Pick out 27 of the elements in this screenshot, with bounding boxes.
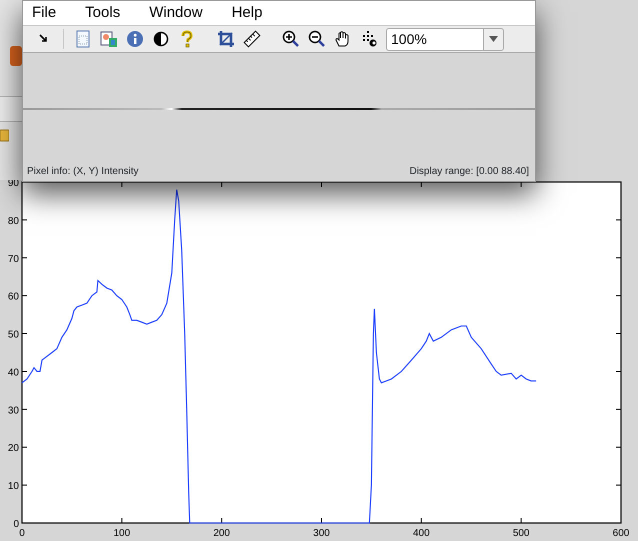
tick-label: 10 — [8, 481, 19, 492]
tick-label: 300 — [313, 528, 330, 539]
tick-label: 50 — [8, 330, 19, 341]
menu-item[interactable]: File — [23, 1, 66, 25]
tick-label: 100 — [114, 528, 130, 539]
menu-item[interactable]: Help — [222, 1, 272, 25]
tick-label: 60 — [8, 292, 19, 303]
tick-label: 20 — [8, 443, 19, 454]
tick-label: 0 — [13, 519, 19, 530]
caret-icon — [489, 36, 498, 42]
tick-label: 400 — [413, 528, 430, 539]
menu-item[interactable]: Window — [140, 1, 213, 25]
tick-label: 500 — [512, 528, 530, 539]
menu-item[interactable]: Tools — [76, 1, 130, 25]
magnification-field[interactable]: 100% — [386, 28, 483, 50]
dropdown-button[interactable] — [483, 28, 504, 50]
tick-label: 200 — [213, 528, 230, 539]
tick-label: 40 — [8, 367, 19, 378]
tick-label: 80 — [8, 216, 19, 227]
display-range-text: Display range: [0.00 88.40] — [409, 165, 529, 179]
tick-label: 30 — [8, 405, 19, 416]
app-icon — [10, 46, 22, 66]
folder-icon — [0, 128, 9, 142]
tick-label: 600 — [612, 528, 630, 539]
pixel-info-text: Pixel info: (X, Y) Intensity — [27, 165, 139, 179]
tick-label: 0 — [19, 528, 25, 539]
tick-label: 70 — [8, 254, 19, 265]
